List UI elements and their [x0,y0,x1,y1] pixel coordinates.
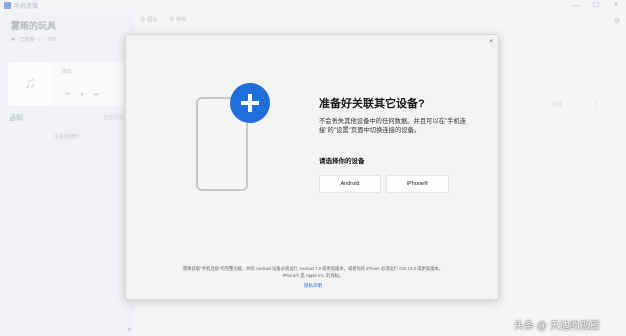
trademark-note: iPhone® 是 Apple Inc. 的商标。 [282,273,344,278]
phone-plus-illustration [196,83,270,191]
iphone-button[interactable]: iPhone® [386,175,449,193]
dialog-title: 准备好关联其它设备? [319,98,425,110]
privacy-link[interactable]: 隐私声明 [126,283,500,289]
requirements-note: 需要获取"手机连接"的完整功能，你的 Android 设备必须运行 Androi… [183,266,443,271]
dialog-close-button[interactable]: × [489,38,493,46]
link-device-dialog: × 准备好关联其它设备? 不会丢失其他设备中的任何数据。并且可以在"手机连接"的… [125,34,499,300]
dialog-description: 不会丢失其他设备中的任何数据。并且可以在"手机连接"的"设置"页面中切换连接的设… [319,118,467,134]
android-button[interactable]: Android [319,175,381,193]
watermark: 头条 @ 天边的孤雁 [514,321,600,332]
plus-icon [230,83,270,123]
choose-device-label: 请选择你的设备 [319,158,365,165]
